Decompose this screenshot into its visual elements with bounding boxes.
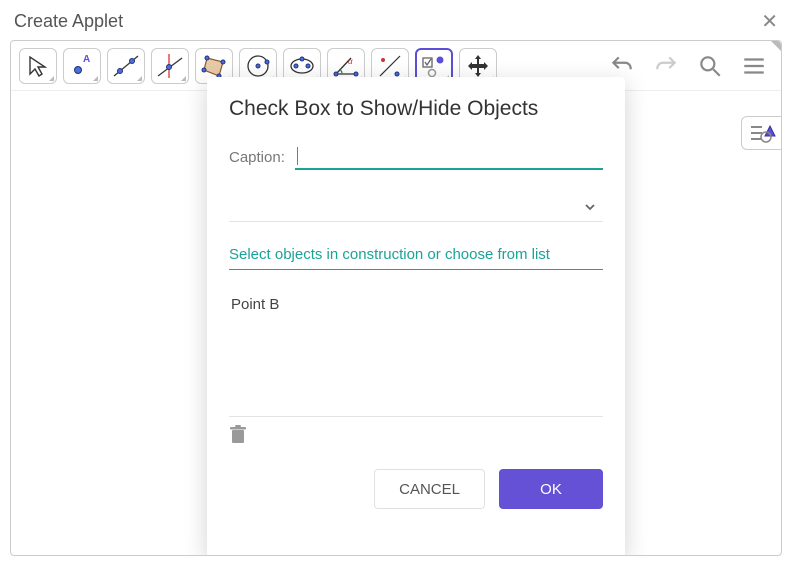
ok-button[interactable]: OK — [499, 469, 603, 509]
select-objects-hint: Select objects in construction or choose… — [229, 246, 603, 270]
redo-button[interactable] — [647, 48, 685, 84]
caption-input[interactable] — [295, 145, 603, 170]
app-frame: A — [10, 40, 782, 556]
cancel-button[interactable]: CANCEL — [374, 469, 485, 509]
divider — [229, 416, 603, 417]
algebra-view-toggle[interactable] — [741, 116, 781, 150]
caption-label: Caption: — [229, 149, 285, 166]
text-caret — [297, 147, 298, 165]
checkbox-dialog: Check Box to Show/Hide Objects Caption: … — [207, 77, 625, 556]
move-tool[interactable] — [19, 48, 57, 84]
svg-text:A: A — [83, 54, 90, 65]
svg-text:α: α — [348, 57, 353, 66]
dialog-buttons: CANCEL OK — [229, 469, 603, 509]
caption-row: Caption: — [229, 145, 603, 170]
object-dropdown[interactable] — [229, 192, 603, 222]
title-bar: Create Applet ✕ — [0, 0, 792, 40]
caption-input-wrap — [295, 145, 603, 170]
dialog-title: Check Box to Show/Hide Objects — [229, 97, 603, 121]
close-icon[interactable]: ✕ — [761, 9, 778, 34]
chevron-down-icon — [583, 200, 597, 214]
point-tool[interactable]: A — [63, 48, 101, 84]
menu-icon[interactable] — [735, 48, 773, 84]
trash-icon[interactable] — [229, 425, 247, 445]
window-title: Create Applet — [14, 11, 123, 32]
search-icon[interactable] — [691, 48, 729, 84]
perpendicular-tool[interactable] — [151, 48, 189, 84]
line-tool[interactable] — [107, 48, 145, 84]
list-item[interactable]: Point B — [231, 296, 601, 313]
selected-objects-list[interactable]: Point B — [229, 292, 603, 412]
app-window: Create Applet ✕ A — [0, 0, 792, 568]
